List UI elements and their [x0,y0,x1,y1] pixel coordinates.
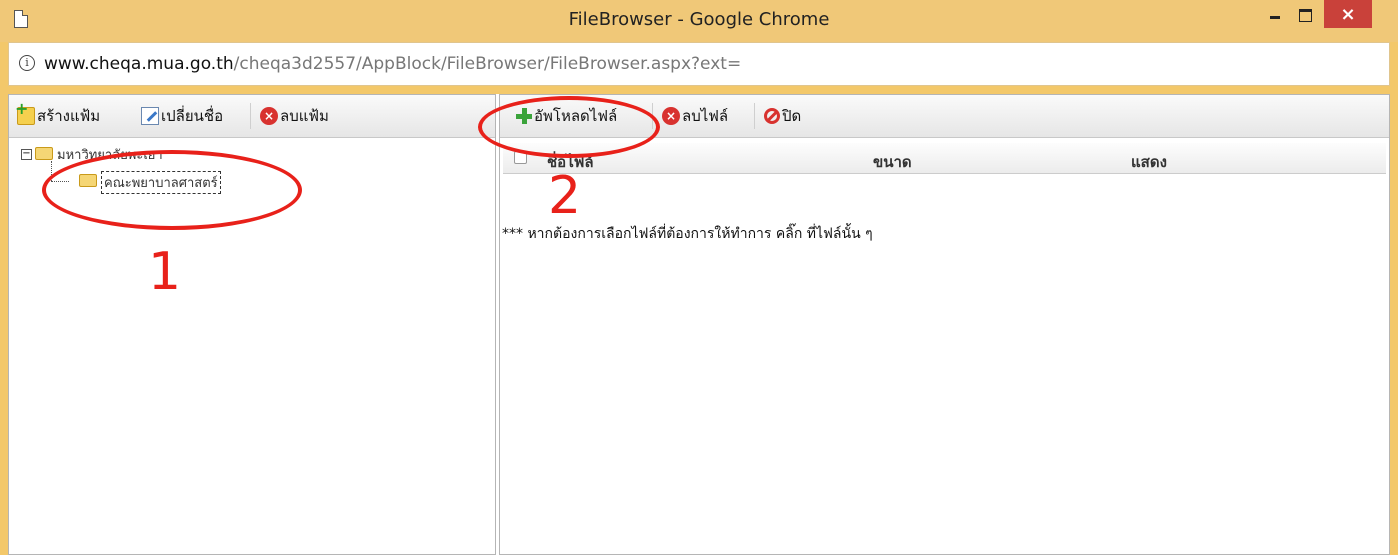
close-icon: × [1340,3,1356,25]
url-host: www.cheqa.mua.go.th [44,54,234,74]
delete-folder-label: ลบแฟ้ม [280,107,329,125]
rename-label: เปลี่ยนชื่อ [161,107,224,125]
delete-icon: × [260,107,278,125]
create-folder-label: สร้างแฟ้ม [37,107,101,125]
annotation-circle-1 [42,150,302,230]
close-window-button[interactable]: × [1324,0,1372,28]
rename-icon [141,107,159,125]
minimize-button[interactable] [1262,0,1288,30]
rename-button[interactable]: เปลี่ยนชื่อ [141,104,223,128]
window-title: FileBrowser - Google Chrome [568,9,830,30]
folder-icon [35,147,53,160]
annotation-number-2: 2 [548,166,582,226]
create-folder-button[interactable]: สร้างแฟ้ม [15,99,101,128]
annotation-circle-2 [478,96,660,158]
delete-file-button[interactable]: × ลบไฟล์ [662,104,728,128]
info-icon[interactable]: i [19,55,35,71]
column-size[interactable]: ขนาด [873,150,912,174]
toolbar-divider [754,103,755,129]
close-label: ปิด [782,107,802,125]
file-pane: อัพโหลดไฟล์ × ลบไฟล์ ปิด ชื่อไฟล์ ขนาด แ… [499,94,1390,555]
title-bar: FileBrowser - Google Chrome × [0,0,1398,42]
minimize-icon [1270,15,1280,19]
close-button[interactable]: ปิด [764,104,801,128]
delete-icon: × [662,107,680,125]
annotation-number-1: 1 [148,242,182,302]
url-text[interactable]: www.cheqa.mua.go.th/cheqa3d2557/AppBlock… [44,54,741,74]
folder-toolbar: สร้างแฟ้ม เปลี่ยนชื่อ × ลบแฟ้ม [9,95,495,138]
delete-folder-button[interactable]: × ลบแฟ้ม [260,104,329,128]
toolbar-divider [250,103,251,129]
url-path: /cheqa3d2557/AppBlock/FileBrowser/FileBr… [233,54,742,74]
maximize-icon [1298,8,1312,22]
ban-icon [764,108,780,124]
selection-hint: *** หากต้องการเลือกไฟล์ที่ต้องการให้ทำกา… [502,226,873,242]
maximize-button[interactable] [1292,0,1318,30]
delete-file-label: ลบไฟล์ [682,107,729,125]
collapse-icon[interactable]: − [21,149,32,160]
new-folder-icon [15,99,35,125]
column-view[interactable]: แสดง [1131,150,1167,174]
file-browser: สร้างแฟ้ม เปลี่ยนชื่อ × ลบแฟ้ม − มหาวิทย… [8,94,1390,555]
address-bar[interactable]: i www.cheqa.mua.go.th/cheqa3d2557/AppBlo… [8,42,1390,86]
